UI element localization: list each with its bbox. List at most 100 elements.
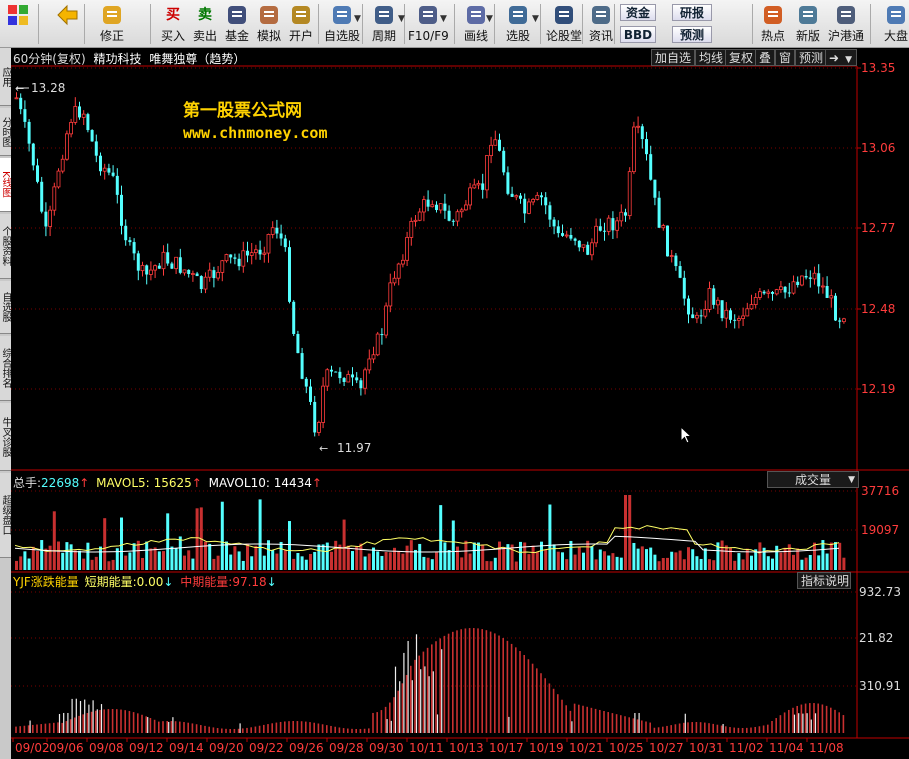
period-label[interactable]: 60分钟(复权) [13,52,86,66]
left-tab[interactable]: K线图 [0,158,11,212]
expand-panel-button[interactable]: ➜ ▼ [825,49,857,66]
volume-bar [409,540,413,570]
toolbar-mini-button[interactable]: 资金 [620,4,656,21]
toolbar-discuss-button[interactable]: 论股堂 [544,2,584,46]
toolbar-gavel-button[interactable]: 模拟 [254,2,284,46]
candle-body [493,139,498,146]
candle-body [107,168,111,173]
candle-body [351,374,354,378]
toolbar-buy-button[interactable]: 买买入 [158,2,188,46]
left-tab[interactable]: 个股资料 [0,214,11,279]
toolbar-news-button[interactable]: 资讯 [586,2,616,46]
toolbar-mini-button[interactable]: BBD [620,26,656,43]
candle-body [52,186,57,211]
volume-axis-label: 19097 [861,523,899,537]
candle-body [182,269,187,274]
volume-bar [275,553,279,570]
toolbar-button-label: 资讯 [588,29,613,43]
volume-indicator-dropdown[interactable]: 成交量 ▼ [767,471,859,488]
chart-header-button[interactable]: 加自选 [651,49,696,66]
indicator-help-button[interactable]: 指标说明 [797,572,851,589]
volume-bar [519,541,522,570]
volume-bar [435,552,438,570]
left-tab[interactable]: 牛叉诊股 [0,403,11,471]
toolbar-star-button[interactable]: 自选股 [322,2,362,46]
chevron-down-icon[interactable]: ▼ [486,14,493,24]
candle-body [258,249,262,255]
chevron-down-icon[interactable]: ▼ [398,14,405,24]
toolbar-back-arrow-button[interactable] [50,2,84,46]
chart-header-button[interactable]: 叠 [755,49,776,66]
candle-body [749,304,754,310]
volume-bar [283,549,287,570]
toolbar-windows-grid-button[interactable] [2,2,34,46]
candle-body [148,269,153,275]
toolbar-sell-button[interactable]: 卖卖出 [190,2,220,46]
left-tab[interactable]: 应用 [0,48,11,106]
volume-bar [267,540,270,570]
toolbar-fund-button[interactable]: 基金 [222,2,252,46]
toolbar-lock-button[interactable]: 开户 [286,2,316,46]
chevron-down-icon[interactable]: ▼ [354,14,361,24]
hk-icon [834,3,858,27]
candle-body [233,257,237,259]
chart-header-button[interactable]: 复权 [725,49,758,66]
left-tab[interactable]: 分时图 [0,108,11,156]
chevron-down-icon[interactable]: ▼ [440,14,447,24]
left-tab-strip: 应用分时图 K线图个股资料自选股综合排名牛叉诊股超级盘口 [0,48,11,759]
chevron-down-icon[interactable]: ▼ [532,14,539,24]
candle-body [468,187,473,206]
volume-bar [703,548,707,570]
toolbar-pen-button[interactable]: 画线 [458,2,494,46]
volume-bar [304,559,308,570]
toolbar-clock-button[interactable]: 周期 [366,2,402,46]
volume-bar [225,541,228,570]
candle-body [564,234,569,237]
dropdown-arrow-icon: ▼ [848,475,855,485]
toolbar-mini-button[interactable]: 预测 [672,26,712,43]
toolbar-refresh-button[interactable]: 修正 [92,2,132,46]
candle-body [787,292,791,294]
kline-chart[interactable]: 13.35 13.06 12.77 12.48 12.19 37716 19097 932.7… [11,48,909,759]
toolbar-screen-button[interactable]: 选股 [498,2,538,46]
chart-header-button[interactable]: 窗 [775,49,796,66]
volume-bar [229,554,233,570]
toolbar-market-button[interactable]: 大盘 [876,2,909,46]
volume-bar [468,553,472,570]
volume-bar [279,541,283,570]
candle-body [153,265,158,271]
candle-body [796,281,800,286]
candle-body [438,203,443,211]
discuss-icon [552,3,576,27]
volume-bar [52,511,56,570]
volume-bar [573,554,577,570]
left-tab[interactable]: 自选股 [0,281,11,334]
volume-bar [334,540,338,570]
left-tab[interactable]: 综合排名 [0,336,11,401]
volume-bar [674,552,678,570]
toolbar-mini-button[interactable]: 研报 [672,4,712,21]
toolbar-doc-button[interactable]: F10/F9 [408,2,449,46]
volume-indicator-label: 成交量 [794,473,831,487]
volume-bar [15,560,18,570]
volume-bar [813,542,816,570]
chart-header-button[interactable]: 预测 [795,49,828,66]
volume-bar [527,554,531,570]
candle-body [309,386,312,402]
volume-bar [834,542,837,570]
toolbar-hk-button[interactable]: 沪港通 [826,2,866,46]
left-tab[interactable]: 超级盘口 [0,473,11,558]
chart-header-button[interactable]: 均线 [695,49,728,66]
toolbar-button-label: 热点 [760,29,785,43]
candle-body [296,333,300,354]
candle-body [707,288,712,310]
volume-bar [456,546,459,570]
candle-body [523,198,527,214]
volume-bar [582,552,585,570]
toolbar-separator [84,4,85,44]
volume-bar [40,540,44,570]
candle-body [120,194,123,226]
toolbar-hot-button[interactable]: 热点 [756,2,790,46]
toolbar-newver-button[interactable]: 新版 [792,2,824,46]
volume-bar [120,517,123,570]
